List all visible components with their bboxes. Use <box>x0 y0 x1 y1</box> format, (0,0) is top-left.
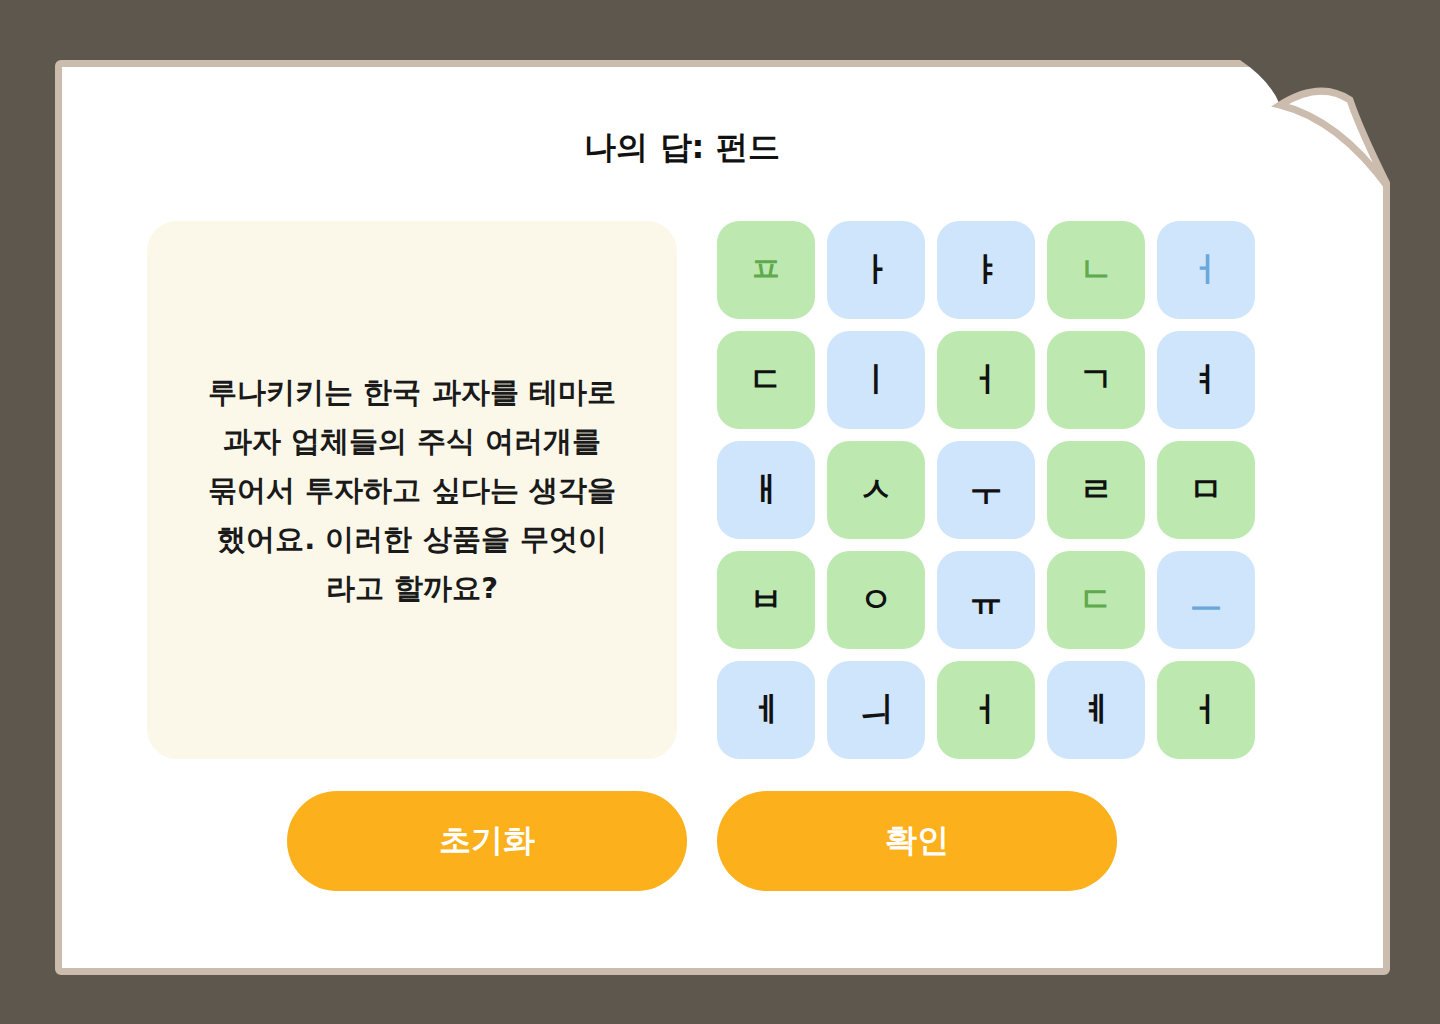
letter-tile[interactable]: ㅣ <box>827 331 925 429</box>
game-screen: 나의 답: 펀드루나키키는 한국 과자를 테마로 과자 업체들의 주식 여러개를… <box>0 0 1440 1024</box>
letter-tile[interactable]: ㅏ <box>827 221 925 319</box>
letter-tile[interactable]: ㅠ <box>937 551 1035 649</box>
letter-tile[interactable]: ㅜ <box>937 441 1035 539</box>
letter-tile[interactable]: ㄴ <box>1047 221 1145 319</box>
letter-tile[interactable]: ㄱ <box>1047 331 1145 429</box>
question-text: 루나키키는 한국 과자를 테마로 과자 업체들의 주식 여러개를 묶어서 투자하… <box>207 368 617 613</box>
letter-grid: ㅍㅏㅑㄴㅓㄷㅣㅓㄱㅕㅐㅅㅜㄹㅁㅂㅇㅠㄷㅡㅔㅢㅓㅖㅓ <box>717 221 1255 759</box>
letter-tile[interactable]: ㄹ <box>1047 441 1145 539</box>
question-card: 루나키키는 한국 과자를 테마로 과자 업체들의 주식 여러개를 묶어서 투자하… <box>147 221 677 759</box>
letter-tile[interactable]: ㄷ <box>717 331 815 429</box>
letter-tile[interactable]: ㄷ <box>1047 551 1145 649</box>
letter-tile[interactable]: ㅢ <box>827 661 925 759</box>
letter-tile[interactable]: ㅕ <box>1157 331 1255 429</box>
letter-tile[interactable]: ㅅ <box>827 441 925 539</box>
letter-tile[interactable]: ㅡ <box>1157 551 1255 649</box>
letter-tile[interactable]: ㅍ <box>717 221 815 319</box>
reset-button[interactable]: 초기화 <box>287 791 687 891</box>
letter-tile[interactable]: ㅔ <box>717 661 815 759</box>
page-curl-icon <box>1240 60 1390 190</box>
content-row: 루나키키는 한국 과자를 테마로 과자 업체들의 주식 여러개를 묶어서 투자하… <box>147 221 1383 759</box>
letter-tile[interactable]: ㅂ <box>717 551 815 649</box>
letter-tile[interactable]: ㅓ <box>1157 221 1255 319</box>
letter-tile[interactable]: ㅇ <box>827 551 925 649</box>
letter-tile[interactable]: ㅓ <box>937 331 1035 429</box>
confirm-button[interactable]: 확인 <box>717 791 1117 891</box>
letter-tile[interactable]: ㅐ <box>717 441 815 539</box>
button-row: 초기화 확인 <box>287 791 1383 891</box>
letter-tile[interactable]: ㅖ <box>1047 661 1145 759</box>
letter-tile[interactable]: ㅓ <box>1157 661 1255 759</box>
answer-label: 나의 답: 펀드 <box>147 127 1257 167</box>
letter-tile[interactable]: ㅁ <box>1157 441 1255 539</box>
letter-tile[interactable]: ㅑ <box>937 221 1035 319</box>
paper-panel: 나의 답: 펀드루나키키는 한국 과자를 테마로 과자 업체들의 주식 여러개를… <box>55 60 1390 975</box>
letter-tile[interactable]: ㅓ <box>937 661 1035 759</box>
